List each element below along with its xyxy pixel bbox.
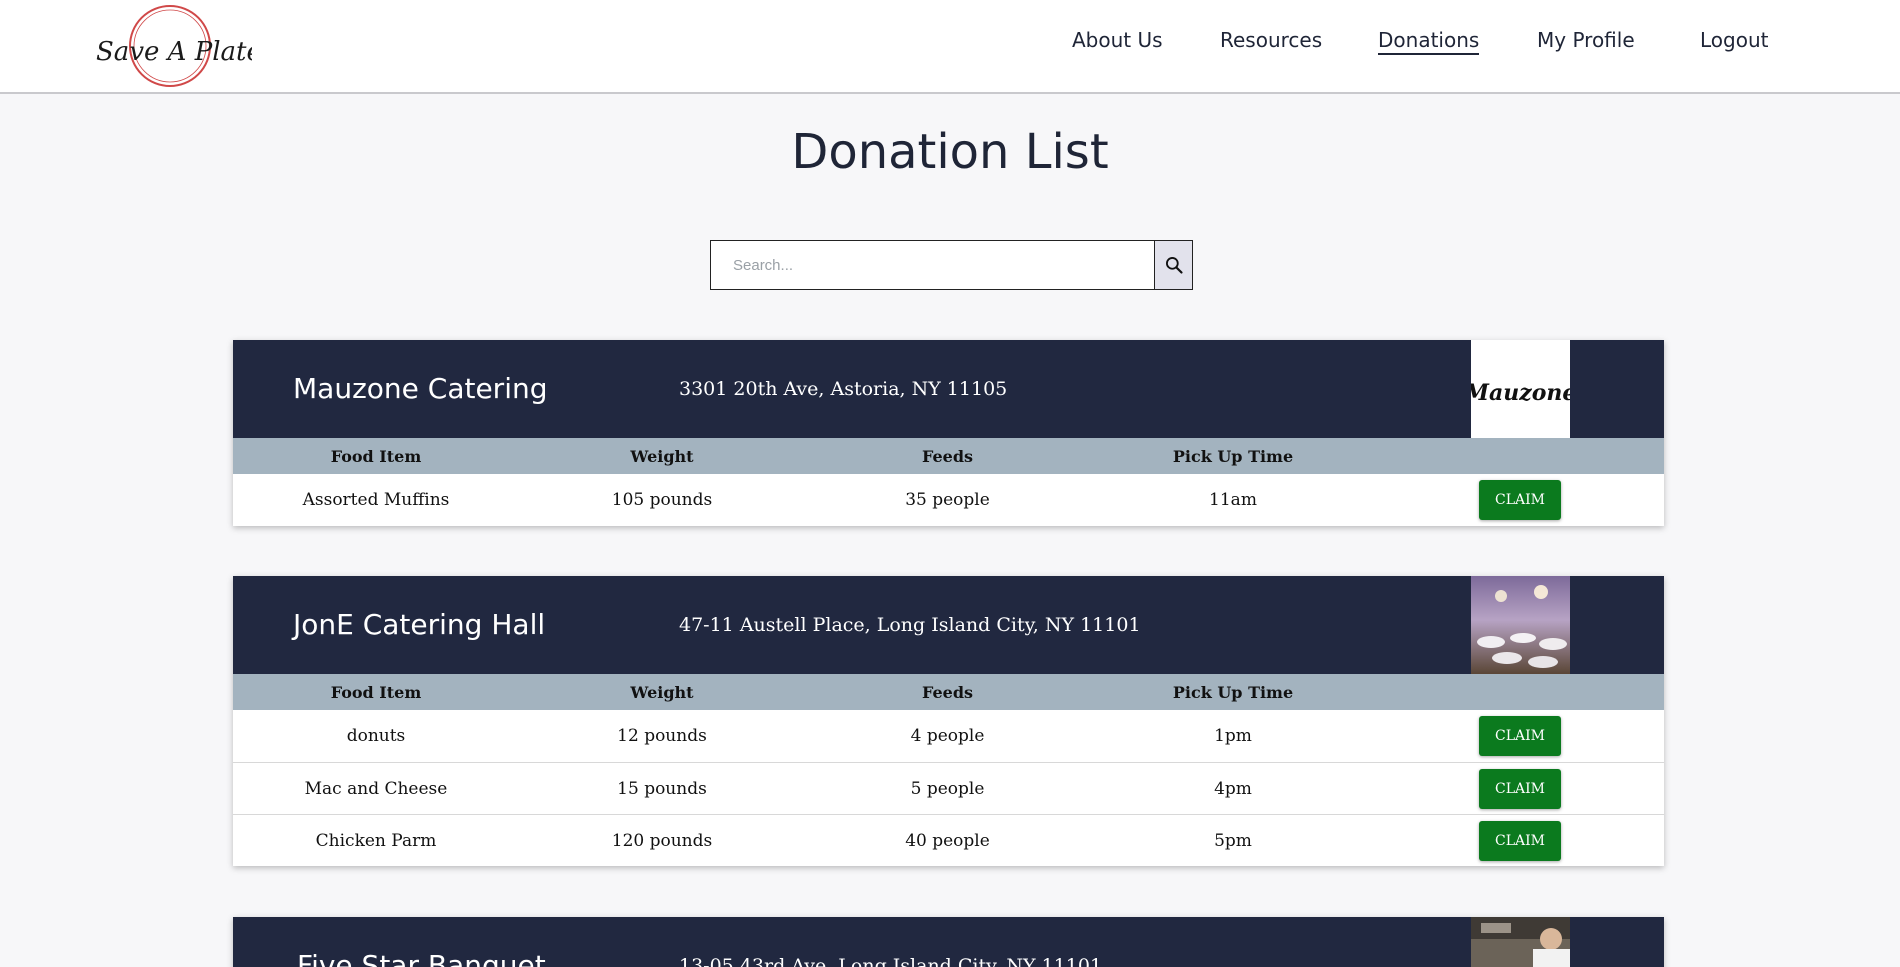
col-weight: Weight [630,446,694,466]
pickup-time: 4pm [1214,778,1252,799]
table-body: Assorted Muffins 105 pounds 35 people 11… [233,474,1664,526]
table-header: Food Item Weight Feeds Pick Up Time [233,438,1664,474]
restaurant-address: 3301 20th Ave, Astoria, NY 11105 [679,378,1008,400]
donor-card-mauzone: Mauzone Catering 3301 20th Ave, Astoria,… [233,340,1664,526]
site-header: Save A Plate About Us Resources Donation… [0,0,1900,94]
feeds: 35 people [905,490,990,510]
col-food-item: Food Item [330,682,422,702]
table-body: donuts 12 pounds 4 people 1pm CLAIM Mac … [233,710,1664,866]
feeds: 5 people [910,778,985,799]
table-row: Mac and Cheese 15 pounds 5 people 4pm CL… [233,762,1664,814]
weight: 105 pounds [611,490,713,510]
table-row: Assorted Muffins 105 pounds 35 people 11… [233,474,1664,526]
food-item: Assorted Muffins [302,490,450,510]
table-header: Food Item Weight Feeds Pick Up Time [233,674,1664,710]
restaurant-address: 13-05 43rd Ave, Long Island City, NY 111… [679,955,1103,967]
nav-resources[interactable]: Resources [1220,28,1322,52]
card-header: Five Star Banquet 13-05 43rd Ave, Long I… [233,917,1664,967]
card-header: Mauzone Catering 3301 20th Ave, Astoria,… [233,340,1664,438]
nav-logout[interactable]: Logout [1700,28,1768,52]
claim-button[interactable]: CLAIM [1479,820,1561,861]
nav-about-us[interactable]: About Us [1072,28,1163,52]
pickup-time: 5pm [1214,830,1252,851]
weight: 15 pounds [617,778,707,799]
claim-button[interactable]: CLAIM [1479,768,1561,809]
food-item: Chicken Parm [315,830,437,851]
weight: 12 pounds [617,726,707,746]
logo-text: Save A Plate [96,37,252,67]
feeds: 40 people [905,830,990,851]
search-input[interactable] [710,240,1154,290]
restaurant-name: JonE Catering Hall [293,608,546,641]
pickup-time: 1pm [1214,726,1252,746]
search-bar [710,240,1193,290]
nav-my-profile[interactable]: My Profile [1537,28,1635,52]
donor-card-jone: JonE Catering Hall 47-11 Austell Place, … [233,576,1664,866]
pickup-time: 11am [1209,490,1257,510]
restaurant-photo [1471,917,1570,967]
feeds: 4 people [910,726,985,746]
col-feeds: Feeds [921,446,974,466]
col-feeds: Feeds [921,682,974,702]
mauzone-logo-text: Mauzone [1471,380,1570,406]
plate-logo-icon: Save A Plate [96,5,252,87]
donor-card-five-star: Five Star Banquet 13-05 43rd Ave, Long I… [233,917,1664,967]
weight: 120 pounds [611,830,713,851]
save-a-plate-logo[interactable]: Save A Plate [92,2,252,92]
restaurant-name: Five Star Banquet [297,949,546,967]
food-item: donuts [346,726,406,746]
table-row: donuts 12 pounds 4 people 1pm CLAIM [233,710,1664,762]
col-pickup-time: Pick Up Time [1172,682,1294,702]
restaurant-logo-image: Mauzone [1471,340,1570,438]
card-header: JonE Catering Hall 47-11 Austell Place, … [233,576,1664,674]
claim-button[interactable]: CLAIM [1479,716,1561,756]
col-food-item: Food Item [330,446,422,466]
food-item: Mac and Cheese [304,778,448,799]
search-button[interactable] [1154,240,1193,290]
restaurant-address: 47-11 Austell Place, Long Island City, N… [679,614,1141,636]
nav-donations[interactable]: Donations [1378,28,1480,55]
search-icon [1165,257,1183,274]
restaurant-photo [1471,576,1570,674]
page-title: Donation List [791,124,1109,180]
col-pickup-time: Pick Up Time [1172,446,1294,466]
col-weight: Weight [630,682,694,702]
restaurant-name: Mauzone Catering [293,372,548,405]
table-row: Chicken Parm 120 pounds 40 people 5pm CL… [233,814,1664,866]
claim-button[interactable]: CLAIM [1479,480,1561,520]
